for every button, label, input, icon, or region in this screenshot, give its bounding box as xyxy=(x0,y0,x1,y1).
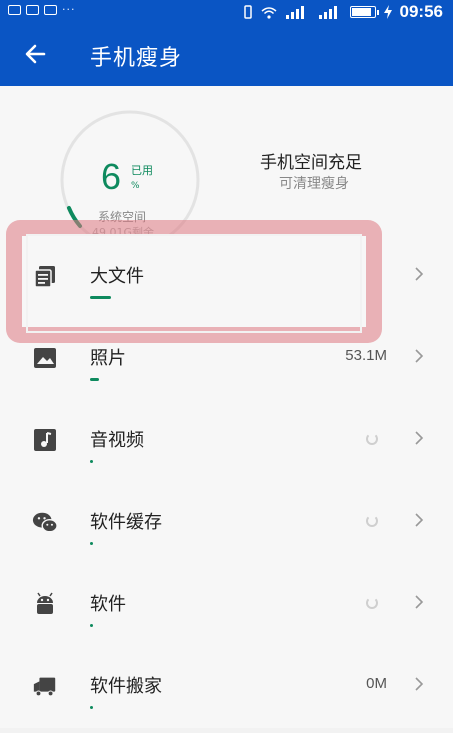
signal-icon-2 xyxy=(317,5,343,19)
loading-spinner-icon xyxy=(366,515,378,527)
list-item-label: 软件缓存 xyxy=(90,512,162,533)
progress-bar xyxy=(90,624,93,627)
system-space-label: 系统空间 xyxy=(98,210,147,224)
music-note-icon xyxy=(34,429,56,451)
list-item-value: 53.1M xyxy=(345,347,387,364)
list-item-app-move[interactable]: 软件搬家 0M xyxy=(0,646,453,728)
list-item-label: 大文件 xyxy=(90,266,144,287)
list-item-label: 音视频 xyxy=(90,430,144,451)
chevron-right-icon xyxy=(415,431,424,445)
progress-bar xyxy=(90,378,99,381)
used-percent-value: 6 xyxy=(101,156,122,197)
list-item-label: 软件搬家 xyxy=(90,676,162,697)
mail-icon xyxy=(44,4,57,15)
list-item-photos[interactable]: 照片 53.1M xyxy=(0,318,453,400)
list-item-audio-video[interactable]: 音视频 xyxy=(0,400,453,482)
storage-summary: 6 已用 % 系统空间 49.01G剩余 手机空间充足 可清理瘦身 xyxy=(0,86,453,250)
chevron-right-icon xyxy=(415,595,424,609)
battery-icon xyxy=(349,6,379,18)
status-bar: ··· 09:56 xyxy=(0,0,453,22)
progress-bar xyxy=(90,460,93,463)
progress-bar xyxy=(90,296,111,299)
wifi-icon xyxy=(261,6,277,19)
loading-spinner-icon xyxy=(366,597,378,609)
list-item-large-files[interactable]: 大文件 xyxy=(0,236,453,318)
app-bar: 手机瘦身 xyxy=(0,22,453,86)
list-item-label: 软件 xyxy=(90,594,126,615)
loading-spinner-icon xyxy=(366,433,378,445)
status-time: 09:56 xyxy=(399,2,443,21)
used-label: 已用 xyxy=(131,164,153,177)
list-item-value: 0M xyxy=(366,675,387,692)
bb-icon xyxy=(26,4,39,15)
storage-status-title: 手机空间充足 xyxy=(260,153,362,173)
status-right-icons: 09:56 xyxy=(242,2,443,22)
percent-sign: % xyxy=(131,181,140,191)
more-dots-icon: ··· xyxy=(62,3,76,16)
vibrate-icon xyxy=(243,5,252,19)
list-item-apps[interactable]: 软件 xyxy=(0,564,453,646)
signal-icon-1 xyxy=(284,5,310,19)
storage-status-subtitle: 可清理瘦身 xyxy=(279,176,349,192)
progress-bar xyxy=(90,706,93,709)
charging-icon xyxy=(383,5,392,19)
chevron-right-icon xyxy=(415,513,424,527)
wechat-icon xyxy=(32,512,58,533)
list-item-app-cache[interactable]: 软件缓存 xyxy=(0,482,453,564)
chevron-right-icon xyxy=(415,267,424,281)
stack-files-icon xyxy=(34,266,55,288)
arrow-left-icon[interactable] xyxy=(22,40,50,68)
page-title: 手机瘦身 xyxy=(90,46,183,71)
android-icon xyxy=(37,592,53,614)
truck-icon xyxy=(33,677,56,697)
chevron-right-icon xyxy=(415,677,424,691)
sim-icon xyxy=(8,4,21,15)
progress-bar xyxy=(90,542,93,545)
image-icon xyxy=(34,348,56,368)
chevron-right-icon xyxy=(415,349,424,363)
status-left-icons: ··· xyxy=(8,3,76,16)
list-item-label: 照片 xyxy=(90,348,126,369)
